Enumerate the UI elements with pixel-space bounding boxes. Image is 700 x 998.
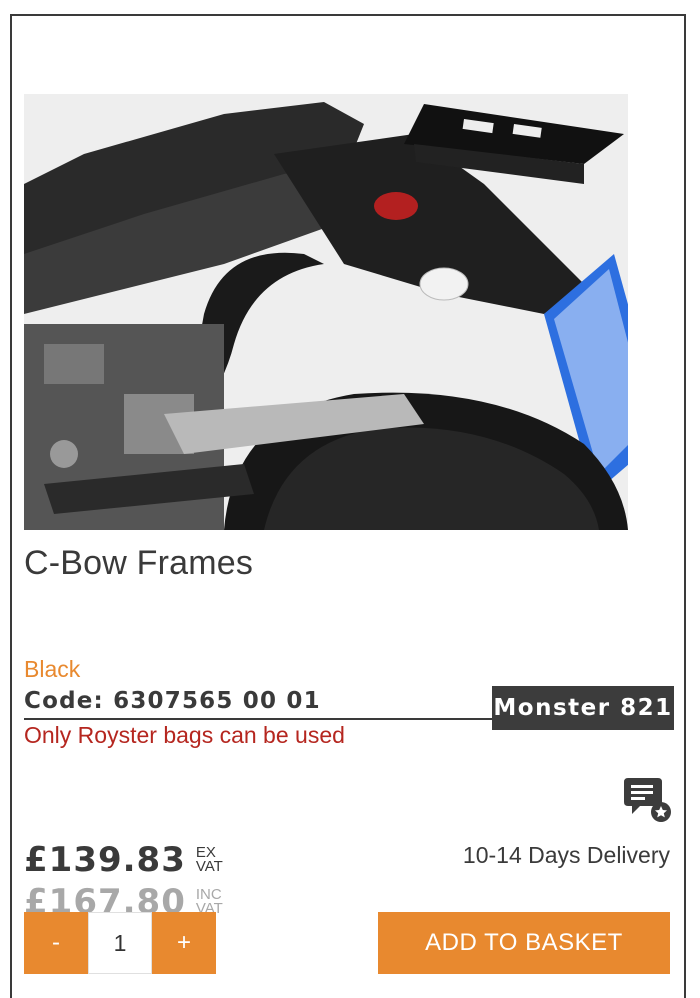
product-image[interactable]: [24, 94, 628, 530]
notes-icon[interactable]: [624, 776, 674, 824]
quantity-increase-button[interactable]: +: [152, 912, 216, 974]
product-card: C-Bow Frames Black Code: 6307565 00 01 M…: [10, 14, 686, 998]
motorcycle-rack-photo: [24, 94, 628, 530]
model-badge: Monster 821: [492, 686, 674, 730]
product-code: Code: 6307565 00 01: [24, 688, 321, 714]
quantity-decrease-button[interactable]: -: [24, 912, 88, 974]
code-underline: [24, 718, 492, 720]
quantity-stepper: - +: [24, 912, 216, 974]
product-title: C-Bow Frames: [24, 544, 254, 582]
delivery-time: 10-14 Days Delivery: [462, 842, 670, 868]
price-ex-vat: £139.83 EX VAT: [24, 840, 223, 880]
add-to-basket-button[interactable]: ADD TO BASKET: [378, 912, 670, 974]
price-ex-amount: £139.83: [24, 840, 186, 880]
code-row: Code: 6307565 00 01 Monster 821: [24, 686, 674, 730]
product-color: Black: [24, 656, 81, 682]
quantity-input[interactable]: [88, 912, 152, 974]
ex-label-bottom: VAT: [195, 858, 223, 875]
restriction-note: Only Royster bags can be used: [24, 722, 345, 748]
ex-vat-label: EX VAT: [195, 845, 223, 875]
